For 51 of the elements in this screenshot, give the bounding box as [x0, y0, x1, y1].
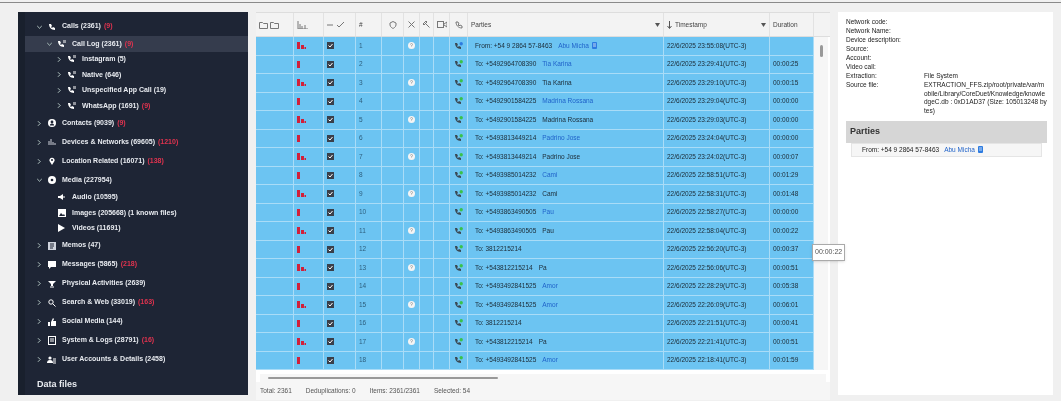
search-icon: [47, 298, 56, 307]
signal-bars-icon: [47, 138, 56, 146]
filter-dropdown-icon: [761, 22, 766, 27]
contact-card-icon: [977, 146, 983, 153]
bar-chart-icon: [297, 20, 308, 29]
filter-dropdown-icon: [655, 22, 660, 27]
checkbox[interactable]: [327, 245, 334, 253]
checkbox[interactable]: [327, 282, 334, 290]
checkbox[interactable]: [327, 190, 334, 198]
close-icon: [408, 21, 415, 28]
thumbs-up-icon: [47, 317, 56, 326]
checkbox[interactable]: [327, 319, 334, 327]
checkbox[interactable]: [327, 79, 334, 87]
phone-icon: [454, 20, 463, 29]
users-icon: [47, 355, 56, 364]
checkbox[interactable]: [327, 153, 334, 161]
phone-list-icon: [67, 55, 76, 64]
section-title: Data files: [36, 377, 79, 391]
checkbox[interactable]: [327, 116, 334, 124]
play-icon: [57, 224, 66, 233]
phone-list-icon: [67, 70, 76, 79]
phone-list-icon: [67, 101, 76, 110]
checkbox[interactable]: [327, 134, 334, 142]
checkbox[interactable]: [327, 97, 334, 105]
notepad-icon: [47, 241, 56, 250]
checkbox[interactable]: [327, 264, 334, 272]
checkbox[interactable]: [327, 227, 334, 235]
checkbox[interactable]: [327, 60, 334, 68]
disc-icon: [47, 176, 56, 184]
shield-icon: [388, 20, 397, 29]
speaker-icon: [57, 193, 66, 202]
hammer-icon: [423, 21, 430, 28]
person-icon: [47, 119, 56, 127]
image-icon: [57, 208, 66, 217]
phone-list-icon: [57, 39, 66, 48]
phone-icon: [47, 22, 56, 31]
checkbox[interactable]: [327, 42, 334, 50]
dash-check-icon: [327, 21, 345, 28]
checkbox[interactable]: [327, 338, 334, 346]
sort-down-arrow-icon: [667, 20, 672, 29]
horizontal-scrollbar[interactable]: [260, 374, 826, 382]
checkbox[interactable]: [327, 356, 334, 364]
video-camera-icon: [436, 21, 447, 28]
document-icon: [47, 336, 56, 345]
chat-icon: [47, 260, 56, 269]
checkbox[interactable]: [327, 208, 334, 216]
checkbox[interactable]: [327, 301, 334, 309]
section-header: Parties: [846, 121, 1047, 143]
phone-list-icon: [67, 86, 76, 95]
checkbox[interactable]: [327, 171, 334, 179]
pin-icon: [47, 157, 56, 165]
